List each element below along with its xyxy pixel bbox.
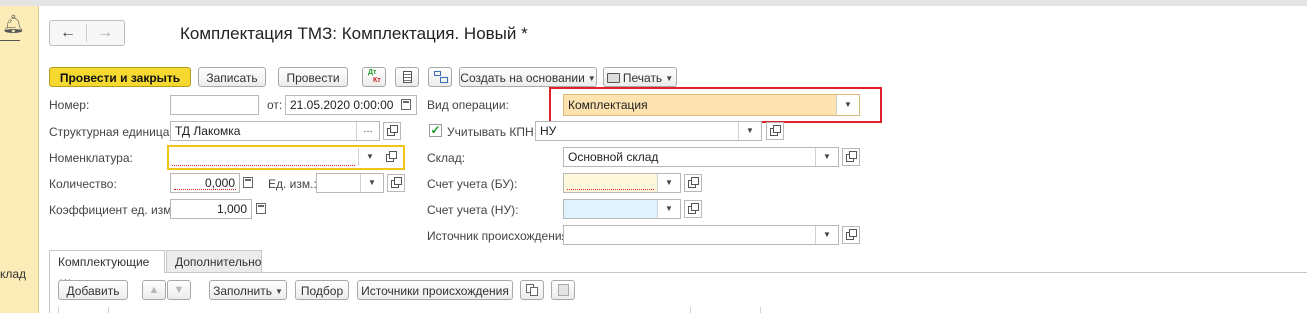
required-underline	[174, 189, 236, 190]
unit-field[interactable]: ▼	[316, 173, 384, 193]
tab-components[interactable]: Комплектующие (1)	[49, 250, 165, 291]
kpn-field[interactable]: НУ ▼	[535, 121, 762, 141]
printer-icon	[606, 73, 620, 83]
source-label: Источник происхождения:	[427, 229, 572, 243]
move-up-icon[interactable]: ▲	[142, 280, 166, 300]
copy-button[interactable]	[520, 280, 544, 300]
open-icon[interactable]	[383, 149, 401, 167]
tab-additional[interactable]: Дополнительно	[166, 250, 262, 272]
table-column-divider	[58, 307, 59, 313]
account-nu-field[interactable]: ▼	[563, 199, 681, 219]
account-nu-label: Счет учета (НУ):	[427, 203, 519, 217]
unit-label: Ед. изм.:	[268, 177, 317, 191]
open-icon[interactable]	[766, 122, 784, 140]
chevron-down-icon[interactable]: ▼	[358, 148, 381, 166]
chevron-down-icon[interactable]: ▼	[360, 174, 383, 192]
create-based-on-label: Создать на основании	[460, 71, 585, 85]
open-icon[interactable]	[383, 122, 401, 140]
number-label: Номер:	[49, 98, 90, 112]
post-and-close-button[interactable]: Провести и закрыть	[49, 67, 191, 87]
required-underline	[567, 189, 654, 190]
chevron-down-icon: ▼	[665, 74, 674, 83]
chevron-down-icon[interactable]: ▼	[815, 226, 838, 244]
paste-button[interactable]	[551, 280, 575, 300]
print-button[interactable]: Печать ▼	[603, 67, 677, 87]
dt-kt-button[interactable]: Дт Кт	[362, 67, 386, 87]
number-field[interactable]	[170, 95, 259, 115]
calendar-icon[interactable]	[401, 99, 411, 110]
structure-icon	[434, 71, 448, 83]
window-top-strip	[0, 0, 1307, 6]
table-column-divider	[690, 307, 691, 313]
list-icon	[403, 71, 412, 83]
operation-type-label: Вид операции:	[427, 98, 509, 112]
structure-button[interactable]	[428, 67, 452, 87]
highlight-frame	[549, 87, 882, 123]
date-field[interactable]: 21.05.2020 0:00:00	[285, 95, 417, 115]
sources-button[interactable]: Источники происхождения	[357, 280, 513, 300]
open-icon[interactable]	[842, 226, 860, 244]
open-icon[interactable]	[684, 174, 702, 192]
quantity-field[interactable]: 0,000	[170, 173, 240, 193]
open-icon[interactable]	[684, 200, 702, 218]
panel-divider	[0, 40, 20, 41]
date-label: от:	[267, 98, 283, 112]
warehouse-label: Склад:	[427, 151, 466, 165]
open-icon[interactable]	[842, 148, 860, 166]
choose-ellipsis-icon[interactable]: ...	[356, 122, 379, 140]
nav-buttons: ← →	[49, 20, 125, 46]
structural-unit-field[interactable]: ТД Лакомка ...	[170, 121, 380, 141]
sidebar-partial-label[interactable]: клад	[0, 267, 26, 281]
coefficient-label: Коэффициент ед. изм.:	[49, 203, 179, 217]
chevron-down-icon[interactable]: ▼	[738, 122, 761, 140]
open-icon[interactable]	[387, 174, 405, 192]
move-down-icon[interactable]: ▼	[167, 280, 191, 300]
bell-icon[interactable]: 🔔︎	[2, 14, 25, 35]
required-underline	[172, 165, 355, 166]
post-button[interactable]: Провести	[278, 67, 348, 87]
calculator-icon[interactable]	[256, 203, 266, 214]
kpn-label: Учитывать КПН	[447, 125, 534, 139]
source-field[interactable]: ▼	[563, 225, 839, 245]
chevron-down-icon[interactable]: ▼	[657, 174, 680, 192]
fill-button[interactable]: Заполнить ▼	[209, 280, 287, 300]
warehouse-field[interactable]: Основной склад ▼	[563, 147, 839, 167]
list-button[interactable]	[395, 67, 419, 87]
page-title: Комплектация ТМЗ: Комплектация. Новый *	[180, 24, 528, 43]
account-bu-label: Счет учета (БУ):	[427, 177, 518, 191]
calculator-icon[interactable]	[243, 177, 253, 188]
quantity-label: Количество:	[49, 177, 117, 191]
print-label: Печать	[622, 71, 663, 85]
coefficient-field[interactable]: 1,000	[170, 199, 252, 219]
forward-arrow-icon[interactable]: →	[87, 21, 123, 45]
chevron-down-icon[interactable]: ▼	[657, 200, 680, 218]
structural-unit-label: Структурная единица:	[49, 125, 173, 139]
paste-icon	[558, 284, 569, 296]
table-column-divider	[760, 307, 761, 313]
nomenclature-field[interactable]: ▼	[167, 145, 405, 170]
chevron-down-icon: ▼	[587, 74, 596, 83]
fill-label: Заполнить	[213, 284, 272, 298]
nomenclature-label: Номенклатура:	[49, 151, 133, 165]
dt-kt-icon: Дт Кт	[368, 69, 381, 84]
chevron-down-icon[interactable]: ▼	[815, 148, 838, 166]
back-arrow-icon[interactable]: ←	[50, 21, 86, 45]
add-button[interactable]: Добавить	[58, 280, 128, 300]
kpn-checkbox[interactable]: ✓	[429, 124, 442, 137]
table-column-divider	[108, 307, 109, 313]
chevron-down-icon: ▼	[275, 287, 283, 296]
save-button[interactable]: Записать	[198, 67, 266, 87]
copy-icon	[526, 284, 539, 296]
pick-button[interactable]: Подбор	[295, 280, 349, 300]
account-bu-field[interactable]: ▼	[563, 173, 681, 193]
create-based-on-button[interactable]: Создать на основании ▼	[459, 67, 597, 87]
